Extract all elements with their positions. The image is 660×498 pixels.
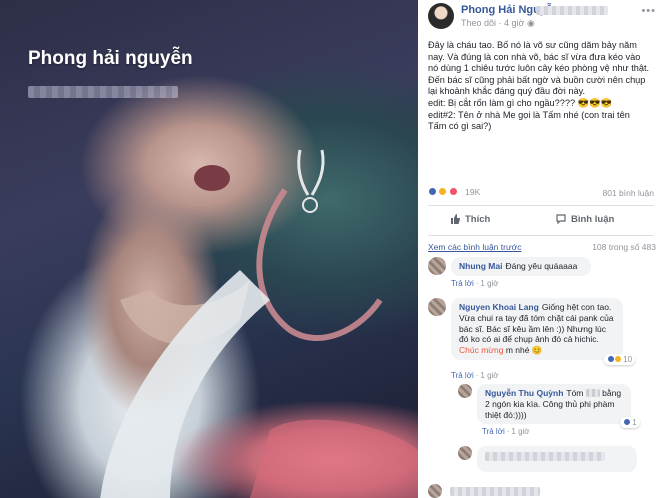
comment-count[interactable]: 801 bình luận [602,188,654,198]
post-header: Phong Hải Nguyễn Theo dõi · 4 giờ ◉ ••• [428,3,658,31]
like-button[interactable]: Thích [450,214,490,225]
comment-bubble: Nhung Mai Đáng yêu quáaaaa [451,257,591,276]
comment-actions: Trả lời · 1 giờ [482,427,530,436]
reaction-count[interactable]: 19K [465,187,480,197]
globe-icon: ◉ [526,18,535,28]
haha-reaction-icon [438,187,448,196]
comments-header: Xem các bình luận trước 108 trong số 483 [428,242,656,252]
redacted-tag [536,6,608,15]
more-dots-icon[interactable]: ••• [641,5,656,17]
like-label: Thích [465,214,491,225]
newborn-photo[interactable]: Phong hải nguyễn [0,0,418,498]
comment-text: Tóm [566,388,584,398]
comment-pagination: 108 trong số 483 [592,242,656,252]
commenter-avatar[interactable] [428,484,442,498]
post-actions: Thích Bình luận [428,206,654,234]
photo-illustration [100,149,418,498]
commenter-name[interactable]: Nguyễn Thu Quỳnh [485,388,563,398]
thumbs-up-icon [451,214,460,224]
comment-text: Đáng yêu quáaaaa [505,261,578,271]
post-meta: Theo dõi · 4 giờ ◉ [461,18,535,28]
post-text-line: edit#2: Tên ở nhà Me gọi là Tấm nhé (con… [428,109,630,132]
reply-link[interactable]: Trả lời [482,427,505,436]
reply-link[interactable]: Trả lời [451,279,474,288]
comment-label: Bình luận [571,214,615,225]
comment-item: Nguyen Khoai Lang Giống hệt con tao. Vừa … [428,298,656,378]
facebook-photo-viewer: Phong hải nguyễn Phong Hải Nguyễn Theo d… [0,0,660,498]
post-body: Đây là cháu tao. Bố nó là võ sư cũng dăm… [428,40,650,133]
redacted-mention [585,389,600,397]
like-reaction-icon [623,418,631,426]
comment-actions: Trả lời · 1 giờ [451,279,499,288]
comment-bubble [477,446,637,472]
author-avatar[interactable] [428,3,454,29]
comment-like-count: 1 [632,418,637,427]
commenter-avatar[interactable] [428,298,446,316]
photo-watermark-redacted [28,86,178,98]
post-stats: 19K 801 bình luận [428,187,654,201]
view-previous-comments-link[interactable]: Xem các bình luận trước [428,242,521,252]
redacted-comment [458,446,654,476]
comment-reactions[interactable]: 10 [604,354,636,365]
post-text-line: edit: Bị cắt rốn làm gì cho ngầu???? 😎😎😎 [428,97,612,108]
post-text-line: Đây là cháu tao. Bố nó là võ sư cũng dăm… [428,40,650,97]
commenter-avatar[interactable] [428,257,446,275]
comment-time[interactable]: 1 giờ [480,371,498,380]
love-reaction-icon [448,187,458,196]
photo-watermark-name: Phong hải nguyễn [28,48,193,69]
follow-link[interactable]: Theo dõi [461,18,496,28]
comment-icon [556,214,566,224]
post-sidebar: Phong Hải Nguyễn Theo dõi · 4 giờ ◉ ••• … [418,0,660,498]
comment-bubble: Nguyễn Thu Quỳnh Tóm bằng 2 ngón kia kìa.… [477,384,631,425]
post-time[interactable]: 4 giờ [504,18,524,28]
reply-link[interactable]: Trả lời [451,371,474,380]
haha-reaction-icon [614,355,622,363]
redacted-text [485,452,605,461]
comment-actions: Trả lời · 1 giờ [451,371,499,380]
divider [428,235,654,236]
comment-time[interactable]: 1 giờ [480,279,498,288]
comment-bubble: Nguyen Khoai Lang Giống hệt con tao. Vừa … [451,298,623,360]
commenter-avatar[interactable] [458,446,472,460]
like-reaction-icon [428,187,437,196]
redacted-comment [428,484,656,498]
comment-highlight: Chúc mừng [459,345,504,356]
comment-item: Nhung Mai Đáng yêu quáaaaa Trả lời · 1 giờ [428,257,656,299]
comment-text-tail: m nhé 😊 [505,345,543,356]
commenter-avatar[interactable] [458,384,472,398]
comment-time[interactable]: 1 giờ [511,427,529,436]
comment-reactions[interactable]: 1 [620,417,640,428]
commenter-name[interactable]: Nhung Mai [459,261,502,271]
commenter-name[interactable]: Nguyen Khoai Lang [459,302,539,312]
comment-button[interactable]: Bình luận [556,214,614,225]
comment-like-count: 10 [623,355,633,364]
redacted-text [450,487,540,496]
